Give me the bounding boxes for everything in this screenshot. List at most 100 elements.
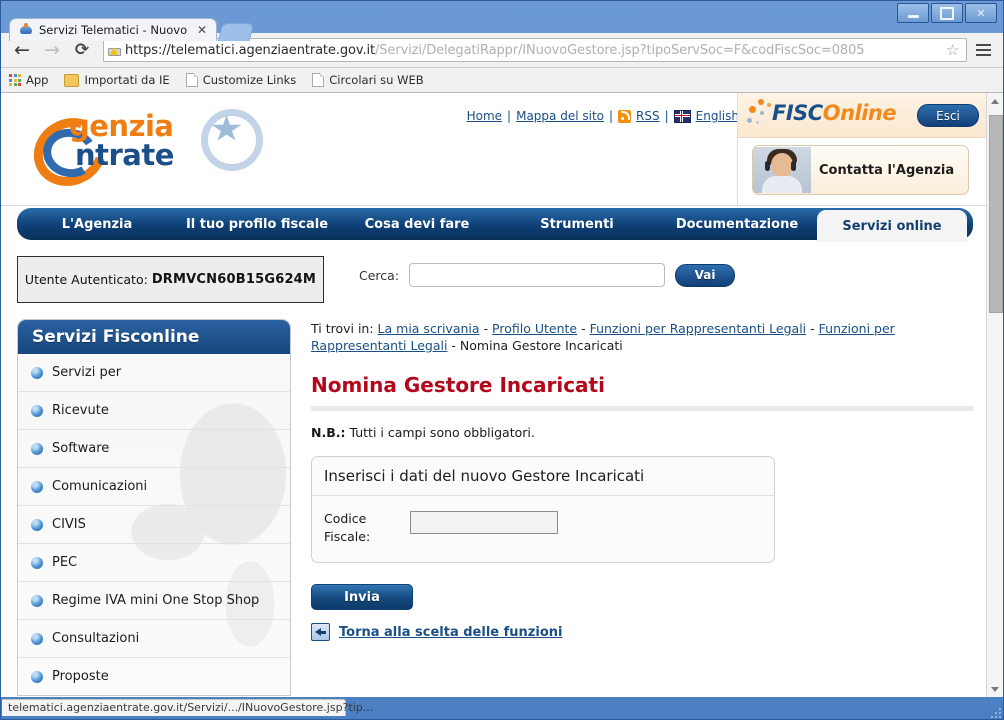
bookmark-customize-links[interactable]: Customize Links	[185, 73, 296, 87]
breadcrumb-link-profilo-utente[interactable]: Profilo Utente	[492, 321, 577, 336]
content-columns: Servizi Fisconline Servizi per Ricevute	[1, 303, 989, 696]
sidebar-item-pec[interactable]: PEC	[18, 544, 290, 582]
sidebar-item-servizi-per[interactable]: Servizi per	[18, 354, 290, 392]
codice-fiscale-input[interactable]	[410, 510, 558, 534]
main-navigation: L'Agenzia Il tuo profilo fiscale Cosa de…	[1, 206, 989, 244]
breadcrumb-prefix: Ti trovi in:	[311, 321, 374, 336]
chrome-menu-icon[interactable]	[971, 38, 995, 62]
operator-photo	[753, 147, 811, 193]
authenticated-user-label: Utente Autenticato:	[24, 272, 148, 287]
title-divider	[311, 405, 973, 411]
search-label: Cerca:	[359, 267, 400, 283]
bookmark-apps[interactable]: App	[9, 73, 48, 87]
sidebar-item-ricevute[interactable]: Ricevute	[18, 392, 290, 430]
scroll-down-icon[interactable]	[987, 681, 1003, 697]
sidebar-item-software[interactable]: Software	[18, 430, 290, 468]
back-to-functions-link[interactable]: Torna alla scelta delle funzioni	[339, 625, 562, 640]
sidebar-menu: Servizi per Ricevute Software Comunicazi…	[18, 354, 290, 695]
breadcrumb-sep: -	[810, 321, 815, 336]
minimize-button[interactable]	[897, 3, 929, 23]
browser-window: Servizi Telematici - Nuovo ge ✕ ✕ ← → ⟳ …	[0, 0, 1004, 720]
address-bar[interactable]: https://telematici.agenziaentrate.gov.it…	[103, 38, 967, 62]
nav-item-cosa-devi-fare[interactable]: Cosa devi fare	[337, 208, 497, 240]
web-page: genzia ntrate Home | Mappa del sito | RS…	[1, 93, 989, 697]
site-favicon-icon	[19, 23, 33, 37]
url-host: https://telematici.agenziaentrate.gov.it	[125, 42, 375, 58]
authenticated-user-code: DRMVCN60B15G624M	[151, 272, 317, 287]
folder-icon	[64, 73, 80, 87]
insecure-lock-icon	[108, 44, 121, 56]
sidebar-item-label: Software	[52, 441, 110, 456]
utility-links: Home | Mappa del sito | RSS | English	[467, 109, 739, 123]
nav-item-il-tuo-profilo-fiscale[interactable]: Il tuo profilo fiscale	[177, 208, 337, 240]
search-input[interactable]	[409, 263, 666, 287]
nav-item-lagenzia[interactable]: L'Agenzia	[17, 208, 177, 240]
sidebar-item-label: PEC	[52, 555, 78, 570]
breadcrumb-sep: -	[451, 337, 456, 353]
sidebar-item-label: Proposte	[52, 669, 109, 684]
nav-item-strumenti[interactable]: Strumenti	[497, 208, 657, 240]
new-tab-button[interactable]	[217, 23, 255, 41]
link-mappa-del-sito[interactable]: Mappa del sito	[516, 109, 604, 123]
bullet-icon	[31, 556, 43, 569]
bookmark-label: App	[26, 73, 49, 87]
bullet-icon	[31, 366, 43, 379]
bullet-icon	[31, 632, 43, 645]
sidebar-item-civis[interactable]: CIVIS	[18, 506, 290, 544]
tab-close-icon[interactable]: ✕	[195, 23, 209, 37]
sidebar-item-label: Ricevute	[52, 403, 109, 418]
nav-item-documentazione[interactable]: Documentazione	[657, 208, 817, 240]
sidebar-item-regime-iva-mini-one-stop-shop[interactable]: Regime IVA mini One Stop Shop	[18, 582, 290, 620]
link-separator: |	[664, 109, 669, 123]
nav-item-servizi-online[interactable]: Servizi online	[817, 210, 967, 242]
maximize-button[interactable]	[931, 3, 963, 23]
page-viewport: genzia ntrate Home | Mappa del sito | RS…	[1, 93, 1003, 697]
resize-grip[interactable]	[987, 704, 1001, 718]
scrollbar-thumb[interactable]	[989, 115, 1003, 313]
form-panel: Inserisci i dati del nuovo Gestore Incar…	[311, 455, 775, 563]
sidebar-item-proposte[interactable]: Proposte	[18, 658, 290, 695]
bullet-icon	[31, 404, 43, 417]
logo-text-entrate: ntrate	[75, 138, 174, 172]
bookmark-label: Circolari su WEB	[329, 73, 424, 87]
link-home[interactable]: Home	[467, 109, 502, 123]
link-rss[interactable]: RSS	[636, 109, 660, 123]
tab-strip: Servizi Telematici - Nuovo ge ✕	[9, 17, 255, 41]
rss-icon[interactable]	[618, 109, 632, 123]
sidebar-item-label: Consultazioni	[52, 631, 140, 646]
site-search: Cerca: Vai	[359, 263, 736, 287]
italian-republic-emblem-icon	[197, 101, 263, 171]
page-title: Nomina Gestore Incaricati	[311, 372, 605, 397]
link-separator: |	[507, 109, 512, 123]
search-submit-button[interactable]: Vai	[675, 263, 736, 287]
contact-agency-banner[interactable]: Contatta l'Agenzia	[752, 145, 969, 195]
scroll-up-icon[interactable]	[987, 93, 1003, 109]
browser-tab[interactable]: Servizi Telematici - Nuovo ge ✕	[9, 18, 218, 41]
bookmark-circolari-su-web[interactable]: Circolari su WEB	[312, 73, 424, 87]
logout-button[interactable]: Esci	[917, 104, 979, 127]
bookmark-importati-da-ie[interactable]: Importati da IE	[64, 73, 170, 87]
link-english[interactable]: English	[696, 109, 739, 123]
close-button[interactable]: ✕	[965, 3, 997, 23]
page-scrollbar[interactable]	[986, 93, 1003, 697]
status-bar-area: telematici.agenziaentrate.gov.it/Servizi…	[1, 699, 1003, 719]
sidebar: Servizi Fisconline Servizi per Ricevute	[17, 319, 291, 696]
bookmark-star-icon[interactable]: ☆	[943, 41, 962, 59]
fisconline-panel: FISCOnline Esci Contatta l'Agenzia	[737, 93, 989, 205]
fisconline-header: FISCOnline Esci	[738, 93, 989, 138]
sidebar-item-comunicazioni[interactable]: Comunicazioni	[18, 468, 290, 506]
codice-fiscale-label: Codice Fiscale:	[324, 510, 371, 544]
back-to-functions-link-row[interactable]: Torna alla scelta delle funzioni	[311, 623, 973, 641]
submit-button[interactable]: Invia	[311, 584, 413, 610]
mandatory-fields-note: N.B.: Tutti i campi sono obbligatori.	[311, 425, 973, 440]
breadcrumb-link-la-mia-scrivania[interactable]: La mia scrivania	[378, 321, 480, 336]
bookmark-label: Importati da IE	[84, 73, 170, 87]
sidebar-item-label: CIVIS	[52, 517, 86, 532]
note-prefix: N.B.:	[311, 424, 346, 440]
form-row-codice-fiscale: Codice Fiscale:	[312, 496, 774, 562]
sidebar-item-consultazioni[interactable]: Consultazioni	[18, 620, 290, 658]
authenticated-user-box: Utente Autenticato: DRMVCN60B15G624M	[17, 256, 324, 303]
breadcrumb-link-funzioni-rappresentanti-legali-1[interactable]: Funzioni per Rappresentanti Legali	[590, 321, 807, 336]
main-content: Ti trovi in: La mia scrivania - Profilo …	[311, 319, 973, 641]
breadcrumb: Ti trovi in: La mia scrivania - Profilo …	[311, 321, 973, 355]
